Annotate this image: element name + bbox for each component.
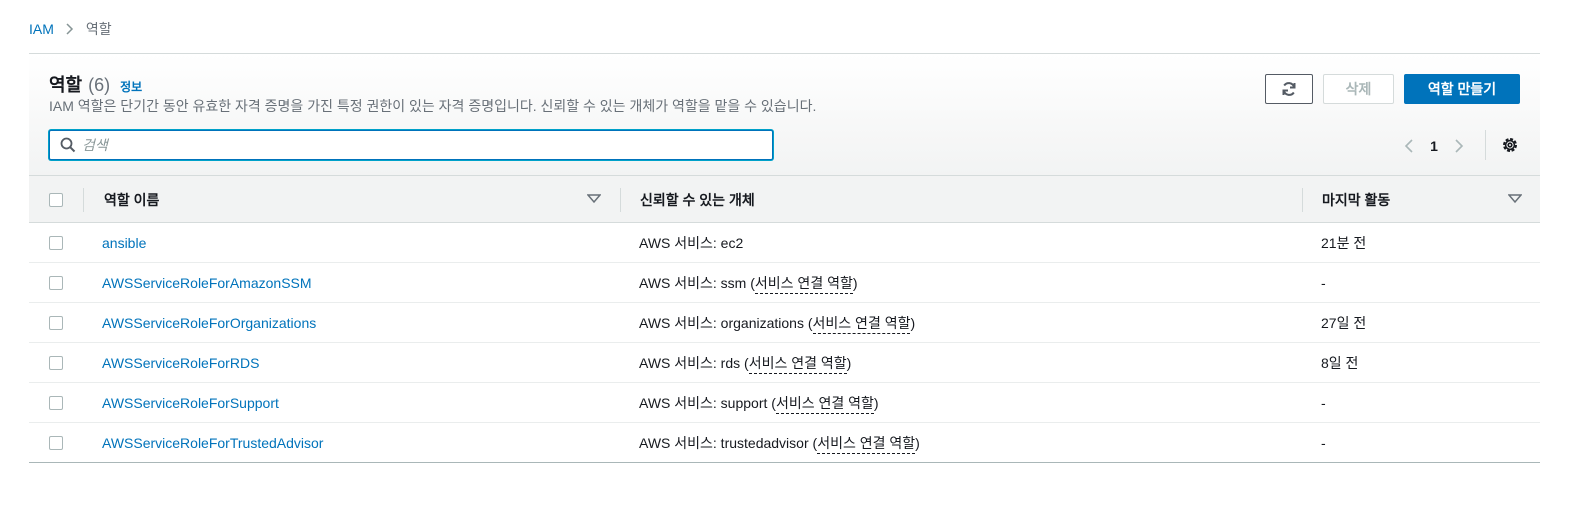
- page-number[interactable]: 1: [1419, 138, 1449, 154]
- column-header-last-activity[interactable]: 마지막 활동: [1322, 176, 1390, 224]
- table-row: ansible AWS 서비스: ec2 21분 전: [29, 223, 1540, 263]
- role-name-cell: AWSServiceRoleForTrustedAdvisor: [102, 423, 323, 463]
- service-linked-role-tooltip[interactable]: 서비스 연결 역할: [817, 433, 916, 454]
- refresh-icon: [1281, 81, 1297, 97]
- table-row: AWSServiceRoleForSupport AWS 서비스: suppor…: [29, 383, 1540, 423]
- panel-header: 역할 (6) 정보 IAM 역할은 단기간 동안 유효한 자격 증명을 가진 특…: [29, 54, 1540, 175]
- role-link[interactable]: AWSServiceRoleForOrganizations: [102, 315, 316, 331]
- last-activity-cell: 27일 전: [1321, 315, 1367, 331]
- column-divider: [1302, 188, 1303, 212]
- roles-panel: 역할 (6) 정보 IAM 역할은 단기간 동안 유효한 자격 증명을 가진 특…: [29, 53, 1540, 463]
- trusted-entity-text: AWS 서비스: ec2: [639, 235, 744, 251]
- last-activity-cell: 8일 전: [1321, 355, 1359, 371]
- trusted-entity-text: AWS 서비스: trustedadvisor: [639, 435, 809, 451]
- page-title: 역할: [49, 75, 83, 95]
- row-checkbox[interactable]: [49, 276, 63, 290]
- trusted-entity-text: AWS 서비스: rds: [639, 355, 741, 371]
- page-description: IAM 역할은 단기간 동안 유효한 자격 증명을 가진 특정 권한이 있는 자…: [49, 98, 817, 114]
- service-linked-role-tooltip[interactable]: 서비스 연결 역할: [748, 353, 847, 374]
- row-checkbox[interactable]: [49, 396, 63, 410]
- roles-table: 역할 이름 신뢰할 수 있는 개체 마지막 활동 ansible AWS 서비스…: [29, 175, 1540, 463]
- pager-divider: [1485, 130, 1486, 160]
- table-header: 역할 이름 신뢰할 수 있는 개체 마지막 활동: [29, 175, 1540, 223]
- delete-button[interactable]: 삭제: [1323, 74, 1394, 104]
- breadcrumb: IAM 역할: [29, 19, 112, 39]
- column-divider: [620, 188, 621, 212]
- trusted-entity-text: AWS 서비스: ssm: [639, 275, 747, 291]
- last-activity-cell: -: [1321, 395, 1326, 411]
- caret-down-icon[interactable]: [587, 194, 601, 204]
- role-name-cell: AWSServiceRoleForAmazonSSM: [102, 263, 312, 303]
- search-icon: [60, 137, 76, 153]
- row-checkbox[interactable]: [49, 316, 63, 330]
- refresh-button[interactable]: [1265, 74, 1313, 104]
- service-linked-role-tooltip[interactable]: 서비스 연결 역할: [812, 313, 911, 334]
- role-name-cell: AWSServiceRoleForSupport: [102, 383, 279, 423]
- last-activity-cell: 21분 전: [1321, 235, 1367, 251]
- last-activity-cell: -: [1321, 435, 1326, 451]
- last-activity-cell: -: [1321, 275, 1326, 291]
- column-header-trusted-entity: 신뢰할 수 있는 개체: [640, 192, 755, 208]
- create-role-button[interactable]: 역할 만들기: [1404, 74, 1520, 104]
- row-checkbox[interactable]: [49, 236, 63, 250]
- table-row: AWSServiceRoleForOrganizations AWS 서비스: …: [29, 303, 1540, 343]
- table-row: AWSServiceRoleForAmazonSSM AWS 서비스: ssm …: [29, 263, 1540, 303]
- role-link[interactable]: ansible: [102, 235, 146, 251]
- chevron-left-icon[interactable]: [1399, 138, 1419, 154]
- role-link[interactable]: AWSServiceRoleForAmazonSSM: [102, 275, 312, 291]
- column-divider: [83, 188, 84, 212]
- role-name-cell: ansible: [102, 223, 146, 263]
- search-box[interactable]: [49, 130, 773, 160]
- service-linked-role-tooltip[interactable]: 서비스 연결 역할: [775, 393, 874, 414]
- gear-icon[interactable]: [1501, 136, 1519, 154]
- pagination: 1: [1399, 134, 1469, 158]
- breadcrumb-current: 역할: [85, 21, 112, 37]
- row-checkbox[interactable]: [49, 436, 63, 450]
- role-link[interactable]: AWSServiceRoleForTrustedAdvisor: [102, 435, 323, 451]
- chevron-right-icon: [66, 23, 74, 35]
- trusted-entity-cell: AWS 서비스: ssm (서비스 연결 역할): [639, 263, 858, 303]
- column-header-role-name[interactable]: 역할 이름: [104, 176, 159, 224]
- row-checkbox[interactable]: [49, 356, 63, 370]
- trusted-entity-cell: AWS 서비스: trustedadvisor (서비스 연결 역할): [639, 423, 920, 463]
- service-linked-role-tooltip[interactable]: 서비스 연결 역할: [754, 273, 853, 294]
- trusted-entity-cell: AWS 서비스: rds (서비스 연결 역할): [639, 343, 851, 383]
- trusted-entity-cell: AWS 서비스: support (서비스 연결 역할): [639, 383, 879, 423]
- title-row: 역할 (6) 정보: [49, 71, 142, 97]
- chevron-right-icon[interactable]: [1449, 138, 1469, 154]
- table-row: AWSServiceRoleForTrustedAdvisor AWS 서비스:…: [29, 423, 1540, 463]
- trusted-entity-text: AWS 서비스: organizations: [639, 315, 804, 331]
- role-name-cell: AWSServiceRoleForOrganizations: [102, 303, 316, 343]
- select-all-checkbox[interactable]: [49, 193, 63, 207]
- trusted-entity-text: AWS 서비스: support: [639, 395, 768, 411]
- search-input[interactable]: [82, 137, 682, 153]
- role-name-cell: AWSServiceRoleForRDS: [102, 343, 259, 383]
- breadcrumb-iam-link[interactable]: IAM: [29, 21, 54, 37]
- role-link[interactable]: AWSServiceRoleForRDS: [102, 355, 259, 371]
- table-row: AWSServiceRoleForRDS AWS 서비스: rds (서비스 연…: [29, 343, 1540, 383]
- role-link[interactable]: AWSServiceRoleForSupport: [102, 395, 279, 411]
- caret-down-icon[interactable]: [1508, 194, 1522, 204]
- role-count: (6): [88, 75, 111, 95]
- trusted-entity-cell: AWS 서비스: organizations (서비스 연결 역할): [639, 303, 915, 343]
- trusted-entity-cell: AWS 서비스: ec2: [639, 223, 743, 263]
- info-link[interactable]: 정보: [120, 78, 142, 95]
